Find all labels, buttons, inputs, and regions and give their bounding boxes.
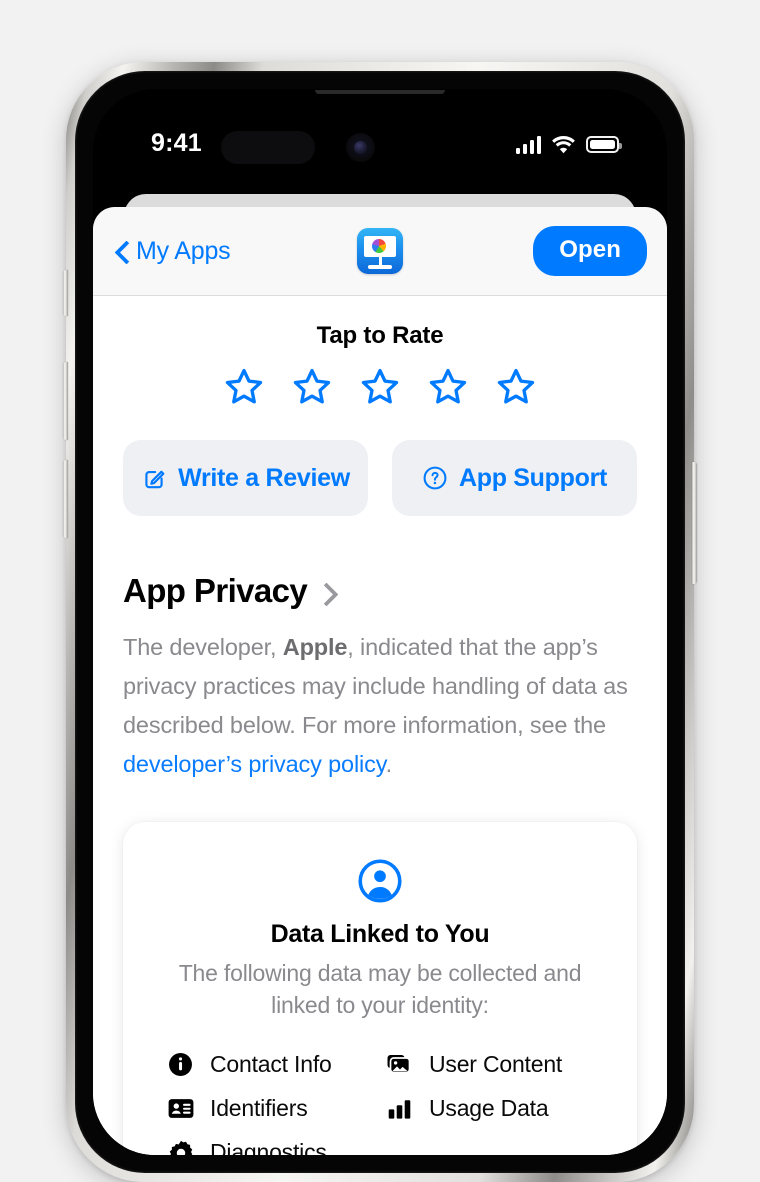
power-button[interactable] — [692, 462, 697, 584]
star-icon[interactable] — [291, 366, 333, 408]
chevron-right-icon — [317, 581, 332, 605]
list-item: Identifiers — [167, 1095, 386, 1122]
open-button[interactable]: Open — [533, 226, 647, 276]
data-type-label: Usage Data — [429, 1095, 549, 1121]
data-type-list: Contact Info User Content Identifiers Us… — [155, 1051, 605, 1155]
app-privacy-heading[interactable]: App Privacy — [123, 572, 637, 610]
compose-icon — [145, 470, 165, 489]
star-icon[interactable] — [427, 366, 469, 408]
action-button-hardware[interactable] — [63, 270, 68, 316]
list-item: Contact Info — [167, 1051, 386, 1078]
list-item: Diagnostics — [167, 1139, 386, 1155]
list-item: Usage Data — [386, 1095, 605, 1122]
app-support-button[interactable]: App Support — [392, 440, 637, 516]
status-bar-time: 9:41 — [151, 129, 202, 157]
data-type-label: Diagnostics — [210, 1139, 327, 1155]
phone-frame: 9:41 My Apps Open Tap to Rate Write a Re… — [63, 62, 697, 1182]
star-rating-control[interactable] — [93, 366, 667, 408]
detail-content: Tap to Rate Write a Review App Support A… — [93, 322, 667, 1155]
write-a-review-label: Write a Review — [178, 463, 350, 492]
keynote-pie-shape — [372, 239, 386, 253]
app-detail-sheet: My Apps Open Tap to Rate Write a Review … — [93, 207, 667, 1155]
question-circle-icon — [423, 466, 447, 490]
list-item: User Content — [386, 1051, 605, 1078]
status-bar: 9:41 — [93, 89, 667, 185]
gear-icon — [167, 1139, 194, 1155]
privacy-text-part1: The developer, — [123, 634, 283, 660]
id-card-icon — [167, 1095, 194, 1122]
privacy-policy-link[interactable]: developer’s privacy policy — [123, 751, 386, 777]
person-icon-wrapper — [155, 858, 605, 904]
data-type-label: Identifiers — [210, 1095, 308, 1121]
battery-full-icon — [586, 136, 622, 153]
data-card-subtitle: The following data may be collected and … — [178, 960, 582, 1018]
data-type-label: User Content — [429, 1051, 563, 1077]
keynote-app-icon[interactable] — [357, 228, 403, 274]
data-card-title: Data Linked to You — [270, 920, 490, 948]
chevron-left-icon — [115, 240, 128, 263]
data-type-label: Contact Info — [210, 1051, 332, 1077]
person-circle-icon — [358, 859, 402, 903]
app-support-label: App Support — [458, 463, 608, 492]
front-camera-icon — [346, 133, 375, 162]
wifi-icon — [552, 136, 575, 154]
dynamic-island[interactable] — [221, 131, 315, 164]
back-button[interactable]: My Apps — [115, 236, 231, 266]
privacy-text-part3: . — [385, 751, 393, 777]
developer-name: Apple — [282, 634, 348, 660]
volume-up-button[interactable] — [63, 362, 68, 440]
phone-bezel: 9:41 My Apps Open Tap to Rate Write a Re… — [75, 71, 685, 1173]
photo-stack-icon — [386, 1051, 413, 1078]
back-button-label: My Apps — [136, 236, 231, 265]
phone-screen: 9:41 My Apps Open Tap to Rate Write a Re… — [93, 89, 667, 1155]
info-circle-icon — [167, 1051, 194, 1078]
bar-chart-icon — [386, 1095, 413, 1122]
star-icon[interactable] — [359, 366, 401, 408]
navigation-bar: My Apps Open — [93, 207, 667, 296]
app-privacy-description: The developer, Apple, indicated that the… — [123, 628, 637, 784]
cellular-signal-icon — [515, 135, 541, 154]
status-bar-indicators — [515, 135, 622, 154]
action-button-row: Write a Review App Support — [93, 440, 667, 516]
app-privacy-section: App Privacy The developer, Apple, indica… — [93, 572, 667, 784]
tap-to-rate-title: Tap to Rate — [316, 322, 444, 349]
volume-down-button[interactable] — [63, 460, 68, 538]
write-a-review-button[interactable]: Write a Review — [123, 440, 368, 516]
star-icon[interactable] — [223, 366, 265, 408]
earpiece-speaker — [315, 90, 445, 94]
data-linked-to-you-card: Data Linked to You The following data ma… — [123, 822, 637, 1155]
keynote-base-shape — [368, 265, 392, 269]
page-title: App Privacy — [123, 572, 308, 609]
star-icon[interactable] — [495, 366, 537, 408]
